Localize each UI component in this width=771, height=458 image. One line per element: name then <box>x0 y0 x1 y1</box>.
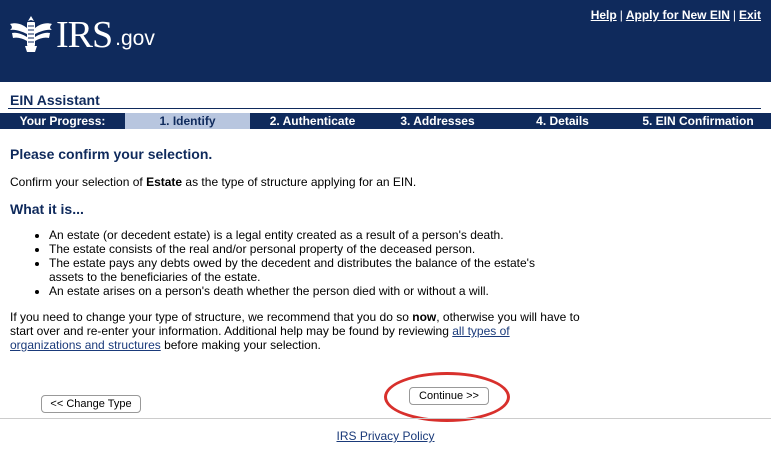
assistant-title: EIN Assistant <box>10 92 100 108</box>
title-divider <box>8 108 761 109</box>
progress-step-ein-confirmation: 5. EIN Confirmation <box>642 114 754 128</box>
main-content: Please confirm your selection. Confirm y… <box>10 146 580 352</box>
change-type-button[interactable]: << Change Type <box>41 395 141 413</box>
progress-step-authenticate: 2. Authenticate <box>269 114 356 128</box>
note-bold: now <box>412 310 437 324</box>
list-item: The estate consists of the real and/or p… <box>49 242 559 256</box>
link-separator: | <box>619 8 623 22</box>
change-note: If you need to change your type of struc… <box>10 310 580 352</box>
site-header: IRS .gov Help | Apply for New EIN | Exit <box>0 0 771 82</box>
apply-new-ein-link[interactable]: Apply for New EIN <box>626 8 730 22</box>
progress-step-details: 4. Details <box>536 114 589 128</box>
top-links: Help | Apply for New EIN | Exit <box>591 8 761 22</box>
logo-gov-text: .gov <box>115 27 155 50</box>
progress-step-identify: 1. Identify <box>125 113 250 129</box>
eagle-icon <box>10 16 52 52</box>
confirm-text: Confirm your selection of Estate as the … <box>10 175 416 189</box>
list-item: An estate (or decedent estate) is a lega… <box>49 228 559 242</box>
footer-divider <box>0 418 771 419</box>
selected-type: Estate <box>146 175 183 189</box>
link-separator: | <box>732 8 736 22</box>
exit-link[interactable]: Exit <box>739 8 761 22</box>
definition-list: An estate (or decedent estate) is a lega… <box>39 228 559 298</box>
list-item: The estate pays any debts owed by the de… <box>49 256 559 284</box>
note-prefix: If you need to change your type of struc… <box>10 310 413 324</box>
progress-label: Your Progress: <box>19 114 106 128</box>
note-suffix: before making your selection. <box>160 338 321 352</box>
what-it-is-heading: What it is... <box>10 201 84 217</box>
confirm-suffix: as the type of structure applying for an… <box>182 175 417 189</box>
irs-logo[interactable]: IRS .gov <box>8 14 155 54</box>
progress-step-addresses: 3. Addresses <box>400 114 475 128</box>
red-highlight-circle <box>384 372 510 422</box>
help-link[interactable]: Help <box>591 8 617 22</box>
list-item: An estate arises on a person's death whe… <box>49 284 559 298</box>
privacy-policy-link[interactable]: IRS Privacy Policy <box>336 429 434 443</box>
progress-bar: Your Progress: 1. Identify 2. Authentica… <box>0 113 771 129</box>
footer: IRS Privacy Policy <box>0 429 771 443</box>
confirm-prefix: Confirm your selection of <box>10 175 147 189</box>
logo-irs-text: IRS <box>56 14 113 56</box>
page-heading: Please confirm your selection. <box>10 146 213 162</box>
